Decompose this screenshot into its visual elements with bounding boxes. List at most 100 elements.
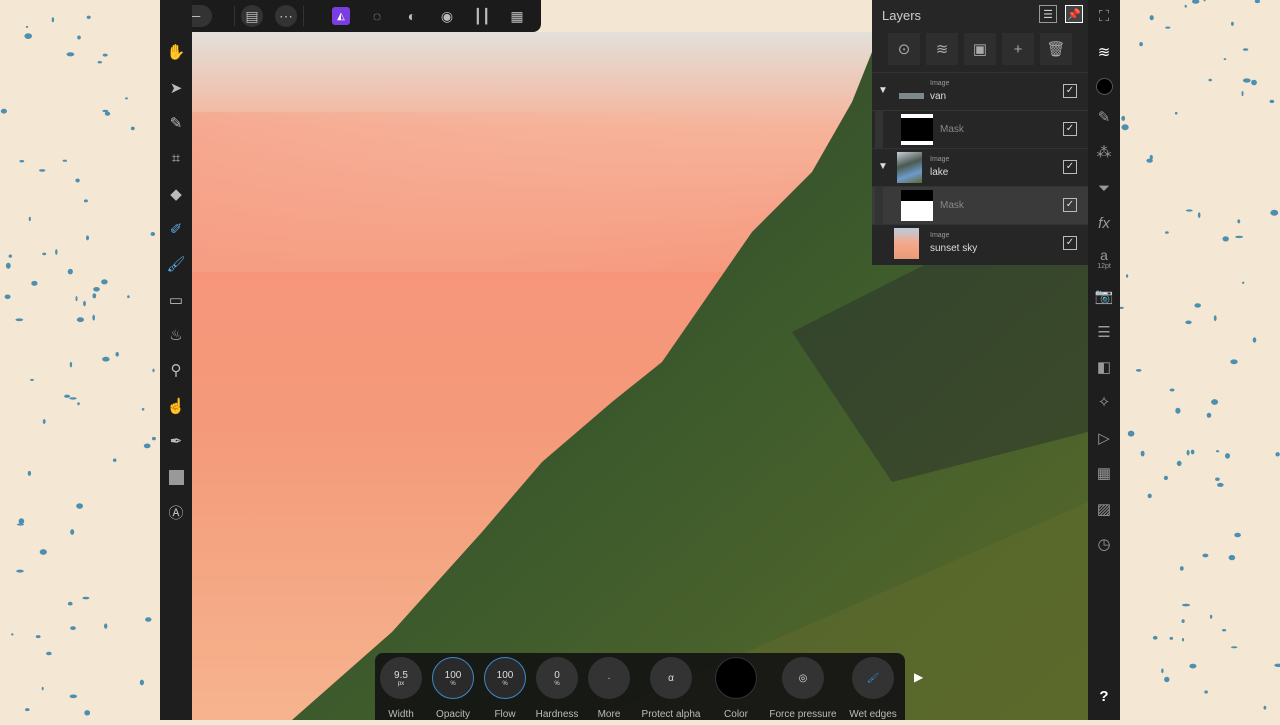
speckle xyxy=(93,287,100,292)
document-icon[interactable]: ▤ xyxy=(241,5,263,27)
speckle xyxy=(42,252,47,256)
speckle xyxy=(28,216,31,222)
more-icon[interactable]: ⊙ xyxy=(888,33,920,65)
share-icon[interactable]: ▦ xyxy=(502,5,532,27)
layers-studio-icon[interactable]: ≋ xyxy=(1092,40,1116,64)
paint-brush-icon[interactable]: 🖌 xyxy=(164,252,188,276)
flow-unit: % xyxy=(502,680,508,687)
layer-row-mask-selected[interactable]: Mask ✓ xyxy=(872,186,1088,225)
trash-icon[interactable]: 🗑 xyxy=(1040,33,1072,65)
indent-bar xyxy=(875,111,883,149)
expand-triangle-icon[interactable]: ▼ xyxy=(878,85,888,96)
expand-triangle-icon[interactable]: ▼ xyxy=(878,161,888,172)
shape-icon[interactable] xyxy=(164,465,188,489)
visibility-checkbox[interactable]: ✓ xyxy=(1063,160,1077,174)
dodge-burn-icon[interactable]: ♨ xyxy=(164,323,188,347)
adjustments-icon[interactable]: ☰ xyxy=(1092,320,1116,344)
speckle xyxy=(1189,663,1197,669)
speckle xyxy=(1175,407,1181,414)
channels-icon[interactable]: ⁂ xyxy=(1092,140,1116,164)
speckle xyxy=(1209,614,1213,619)
layer-row-lake[interactable]: ▼ Image lake ✓ xyxy=(872,148,1088,186)
layers-title: Layers xyxy=(882,7,922,23)
expand-arrow-icon[interactable]: ▶ xyxy=(914,670,923,684)
fullscreen-icon[interactable]: ⛶ xyxy=(1092,4,1116,28)
more-icon[interactable]: ⋯ xyxy=(275,5,297,27)
visibility-checkbox[interactable]: ✓ xyxy=(1063,198,1077,212)
affinity-photo-persona-icon[interactable]: ◭ xyxy=(332,7,350,25)
wet-edges-toggle[interactable]: 🖌 Wet edges xyxy=(847,657,899,720)
tone-mapping-persona-icon[interactable]: ◉ xyxy=(432,5,462,27)
pen-icon[interactable]: ✒ xyxy=(164,429,188,453)
stock-icon[interactable]: ▨ xyxy=(1092,497,1116,521)
macro-icon[interactable]: ▷ xyxy=(1092,426,1116,450)
selection-brush-icon[interactable]: ✐ xyxy=(164,217,188,241)
layer-row-mask[interactable]: Mask ✓ xyxy=(872,110,1088,149)
speckle xyxy=(25,708,30,712)
layer-kind: Image xyxy=(930,156,950,163)
erase-brush-icon[interactable]: ▭ xyxy=(164,288,188,312)
speckle xyxy=(141,408,145,411)
force-pressure-toggle[interactable]: ◎ Force pressure xyxy=(769,657,837,720)
color-icon[interactable] xyxy=(1092,74,1116,98)
text-style-icon[interactable]: a 12pt xyxy=(1092,246,1116,270)
speckle xyxy=(1231,21,1234,26)
visibility-checkbox[interactable]: ✓ xyxy=(1063,84,1077,98)
speckle xyxy=(92,314,95,321)
pin-icon[interactable]: 📌 xyxy=(1065,5,1083,23)
fill-icon[interactable]: ◆ xyxy=(164,182,188,206)
visibility-checkbox[interactable]: ✓ xyxy=(1063,122,1077,136)
speckle xyxy=(139,679,144,686)
layer-row-van[interactable]: ▼ Image van ✓ xyxy=(872,72,1088,110)
speckle xyxy=(1126,274,1129,278)
speckle xyxy=(69,361,73,368)
speckle xyxy=(1164,676,1170,683)
layers-icon[interactable]: ≋ xyxy=(926,33,958,65)
fx-icon[interactable]: fx xyxy=(1092,211,1116,235)
divider xyxy=(303,6,304,26)
context-toolbar: 9.5 px Width 100% Opacity 100% Flow 0% Hardne… xyxy=(375,653,905,720)
layer-kind: Image xyxy=(930,80,950,87)
speckle xyxy=(127,295,130,299)
speckle xyxy=(1263,705,1267,710)
speckle xyxy=(1202,553,1209,558)
left-toolbar: ✋ ➤ ✎ ⌗ ◆ ✐ 🖌 ▭ ♨ ⚲ ☝ ✒ Ⓐ xyxy=(160,0,192,720)
speckle xyxy=(151,436,156,441)
speckle xyxy=(62,159,67,162)
help-icon[interactable]: ? xyxy=(1092,684,1116,708)
color-button[interactable]: Color xyxy=(710,657,762,720)
filter-icon[interactable]: ⏷ xyxy=(1092,176,1116,200)
flow-value: 100 xyxy=(496,669,514,681)
export-persona-icon[interactable]: ┃┃ xyxy=(467,5,497,27)
color-picker-icon[interactable]: ✎ xyxy=(164,111,188,135)
speckle xyxy=(1184,4,1187,8)
speckle xyxy=(104,111,111,116)
text-icon[interactable]: Ⓐ xyxy=(164,500,188,524)
visibility-checkbox[interactable]: ✓ xyxy=(1063,236,1077,250)
grid-icon[interactable]: ▦ xyxy=(1092,461,1116,485)
crop-icon[interactable]: ⌗ xyxy=(164,146,188,170)
speckle xyxy=(16,569,24,573)
list-view-icon[interactable]: ☰ xyxy=(1039,5,1057,23)
smudge-icon[interactable]: ☝ xyxy=(164,394,188,418)
add-icon[interactable]: + xyxy=(1002,33,1034,65)
brushes-icon[interactable]: ✎ xyxy=(1092,105,1116,129)
layer-row-sunset-sky[interactable]: Image sunset sky ✓ xyxy=(872,224,1088,262)
navigator-icon[interactable]: ✧ xyxy=(1092,390,1116,414)
speckle xyxy=(1186,449,1190,456)
transform-icon[interactable]: ◧ xyxy=(1092,355,1116,379)
speckle xyxy=(130,126,135,131)
speckle xyxy=(84,710,91,716)
mask-icon[interactable]: ▣ xyxy=(964,33,996,65)
camera-icon[interactable]: 📷 xyxy=(1092,284,1116,308)
layer-name: lake xyxy=(930,167,949,178)
speckle xyxy=(42,419,46,424)
history-icon[interactable]: ◷ xyxy=(1092,532,1116,556)
speckle xyxy=(1119,306,1124,309)
liquify-persona-icon[interactable]: ◌ xyxy=(362,5,392,27)
hand-icon[interactable]: ✋ xyxy=(164,40,188,64)
develop-persona-icon[interactable]: ◐ xyxy=(397,5,427,27)
clone-icon[interactable]: ⚲ xyxy=(164,358,188,382)
move-icon[interactable]: ➤ xyxy=(164,76,188,100)
speckle xyxy=(1234,532,1241,538)
